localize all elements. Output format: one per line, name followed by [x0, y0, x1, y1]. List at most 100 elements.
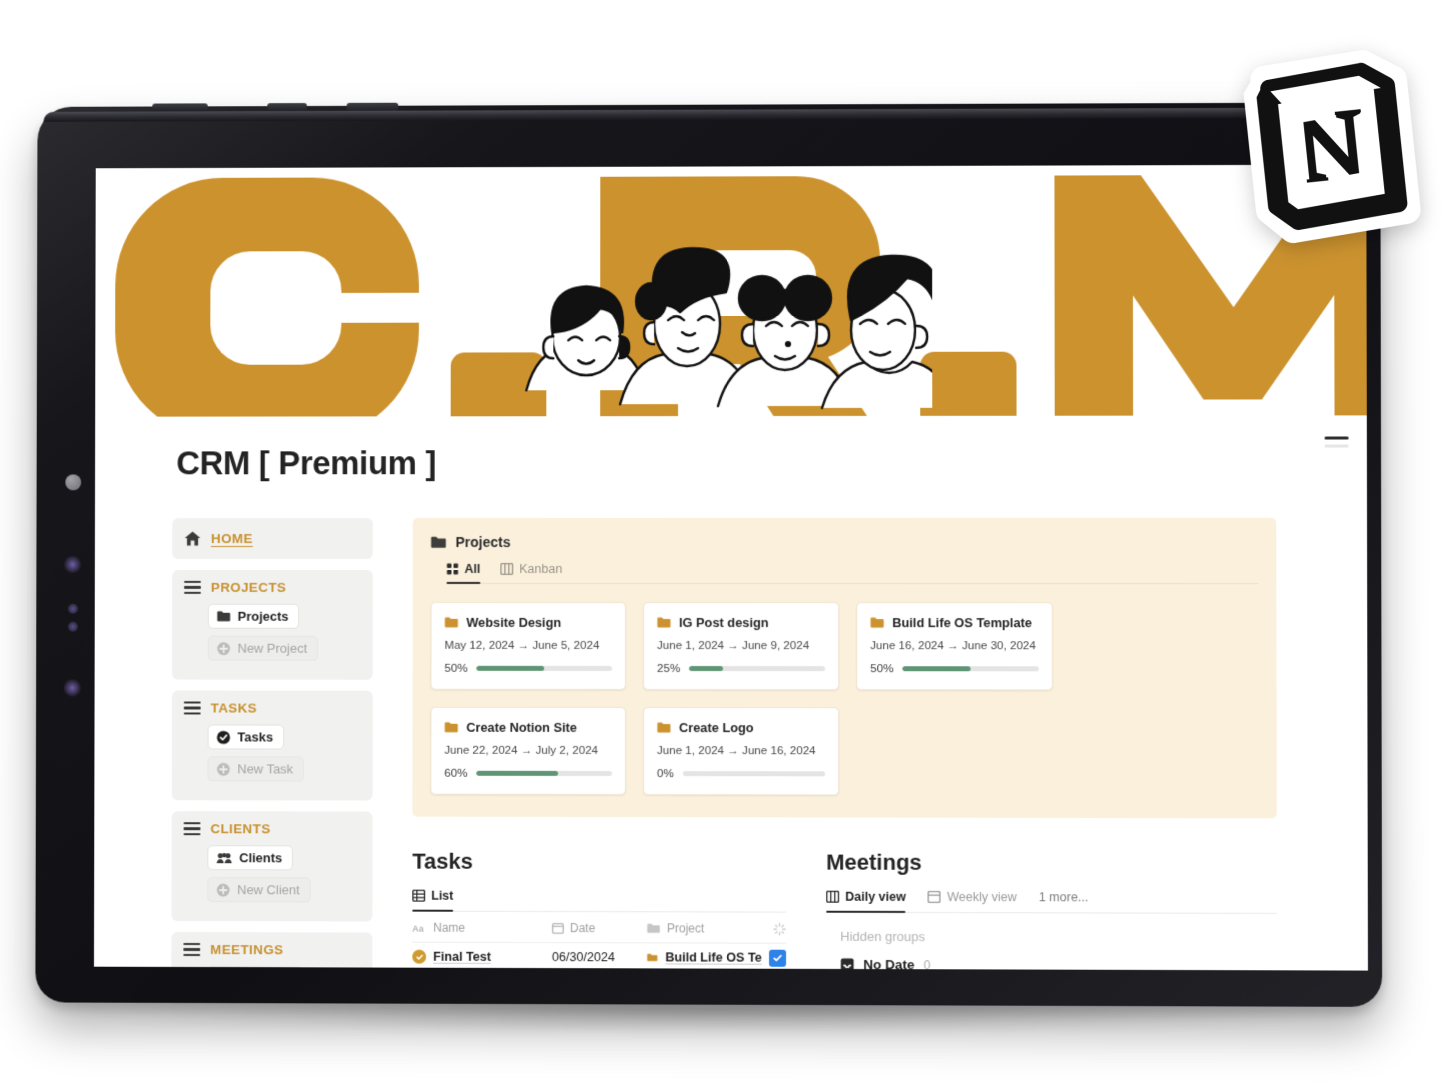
- progress-bar: [902, 666, 1039, 672]
- meetings-group-count: 0: [923, 957, 931, 971]
- sensor-dot-2: [67, 621, 78, 632]
- column-header-date[interactable]: Date: [551, 921, 647, 935]
- sidebar-item-home[interactable]: HOME: [172, 518, 373, 559]
- plus-circle-icon: [216, 762, 230, 776]
- sidebar-link-clients[interactable]: Clients: [207, 845, 294, 871]
- folder-icon: [657, 721, 671, 732]
- task-project-cell[interactable]: Build Life OS Templ: [646, 950, 762, 965]
- sidebar-link-new-project[interactable]: New Project: [207, 635, 319, 661]
- hamburger-icon[interactable]: [184, 580, 201, 594]
- column-label: Name: [433, 920, 466, 935]
- task-name-cell[interactable]: Final Test: [412, 949, 552, 964]
- sidebar-link-new-task[interactable]: New Task: [207, 756, 305, 782]
- home-icon: [184, 531, 201, 546]
- grid-icon: [446, 563, 459, 575]
- project-card-name: Website Design: [466, 614, 562, 630]
- sensor-led-2: [63, 679, 81, 697]
- tab-list[interactable]: List: [412, 889, 453, 911]
- folder-icon: [445, 722, 459, 733]
- hero-characters-illustration: [526, 247, 933, 416]
- project-card-percent: 50%: [870, 662, 894, 676]
- project-card[interactable]: IG Post design June 1, 2024 → June 9, 20…: [642, 601, 840, 691]
- text-icon: Aa: [412, 923, 424, 933]
- project-card[interactable]: Build Life OS Template June 16, 2024 → J…: [856, 602, 1053, 691]
- folder-icon: [646, 922, 660, 932]
- meetings-group-row[interactable]: No Date 0: [840, 957, 1277, 971]
- columns-icon: [826, 891, 839, 903]
- notion-page: CRM [ Premium ] HOME PROJECTS Projects N…: [93, 415, 1368, 971]
- table-row[interactable]: Final Test 06/30/2024 Build Life OS Temp…: [412, 942, 787, 971]
- tasks-table: Aa Name Date Project Final Test 06/30/20…: [412, 913, 787, 971]
- tab-label: 1 more...: [1038, 890, 1089, 905]
- tablet-device: CRM [ Premium ] HOME PROJECTS Projects N…: [35, 102, 1383, 1007]
- project-card-name: IG Post design: [678, 614, 769, 631]
- tab-kanban[interactable]: Kanban: [500, 562, 562, 583]
- project-card-dates: June 16, 2024 → June 30, 2024: [870, 639, 1036, 653]
- sidebar-home-label: HOME: [210, 531, 253, 547]
- tasks-tabs: List: [412, 888, 787, 913]
- folder-icon: [870, 617, 884, 628]
- tab-daily-view[interactable]: Daily view: [826, 890, 906, 912]
- sidebar-link-label: Tasks: [237, 729, 274, 745]
- sidebar-link-meetings[interactable]: Meetings: [207, 966, 303, 971]
- checkbox-checked-icon[interactable]: [769, 949, 787, 967]
- tab-label: All: [464, 561, 481, 576]
- collapse-button[interactable]: [1324, 429, 1349, 453]
- project-card[interactable]: Website Design May 12, 2024 → June 5, 20…: [430, 601, 627, 690]
- people-icon: [216, 852, 232, 863]
- sensor-led-1: [64, 555, 82, 573]
- sidebar-link-label: Projects: [237, 608, 289, 624]
- front-camera-icon: [65, 474, 82, 491]
- progress-bar: [682, 771, 826, 777]
- table-icon: [412, 890, 426, 902]
- tab-weekly-view[interactable]: Weekly view: [928, 890, 1017, 912]
- project-card[interactable]: Create Logo June 1, 2024 → June 16, 2024…: [642, 707, 840, 796]
- tab-label: Kanban: [519, 561, 563, 576]
- task-checkbox-cell[interactable]: [762, 949, 787, 967]
- sidebar-section-tasks: TASKS Tasks New Task: [171, 690, 373, 801]
- hero-banner: [95, 164, 1367, 417]
- columns-icon: [500, 563, 514, 575]
- column-label: Project: [666, 921, 705, 936]
- tab-all[interactable]: All: [446, 561, 481, 583]
- meetings-title: Meetings: [826, 849, 922, 875]
- column-header-status[interactable]: [762, 922, 786, 935]
- project-card-name: Build Life OS Template: [892, 615, 1032, 631]
- progress-bar: [476, 771, 612, 776]
- project-card-percent: 50%: [444, 661, 468, 675]
- tab-label: Daily view: [845, 889, 906, 904]
- project-card-percent: 0%: [656, 767, 674, 781]
- folder-icon: [657, 617, 671, 627]
- sidebar-link-new-client[interactable]: New Client: [207, 877, 311, 903]
- notion-logo: [1243, 50, 1421, 244]
- sidebar-section-clients: CLIENTS Clients New Client: [171, 811, 373, 922]
- sidebar-link-projects[interactable]: Projects: [207, 603, 300, 629]
- project-card-percent: 25%: [656, 661, 681, 676]
- hamburger-icon[interactable]: [183, 701, 201, 715]
- sidebar-link-label: New Client: [237, 882, 300, 898]
- project-card-dates: June 22, 2024 → July 2, 2024: [444, 743, 599, 757]
- hamburger-icon[interactable]: [183, 942, 201, 957]
- meetings-group-name: No Date: [863, 956, 915, 971]
- hamburger-icon[interactable]: [183, 822, 201, 836]
- hardware-button-2: [267, 103, 307, 112]
- sidebar-link-tasks[interactable]: Tasks: [207, 724, 285, 750]
- hardware-button-3: [346, 102, 399, 111]
- plus-circle-icon: [217, 641, 231, 655]
- sidebar-link-label: New Task: [237, 761, 294, 777]
- plus-circle-icon: [216, 883, 230, 897]
- loading-icon: [773, 922, 786, 935]
- project-card[interactable]: Create Notion Site June 22, 2024 → July …: [430, 706, 626, 796]
- calendar-icon: [928, 891, 941, 903]
- projects-tabs: All Kanban: [446, 561, 1259, 585]
- project-card-dates: May 12, 2024 → June 5, 2024: [444, 638, 600, 652]
- tab-label: List: [431, 888, 454, 903]
- progress-bar: [476, 666, 613, 671]
- project-card-dates: June 1, 2024 → June 9, 2024: [656, 638, 810, 653]
- tab-more[interactable]: 1 more...: [1039, 890, 1089, 912]
- page-title: CRM [ Premium ]: [176, 444, 437, 482]
- column-header-name[interactable]: Aa Name: [412, 921, 552, 935]
- project-card-percent: 60%: [444, 766, 468, 780]
- task-date-cell[interactable]: 06/30/2024: [552, 950, 647, 964]
- column-header-project[interactable]: Project: [646, 921, 762, 936]
